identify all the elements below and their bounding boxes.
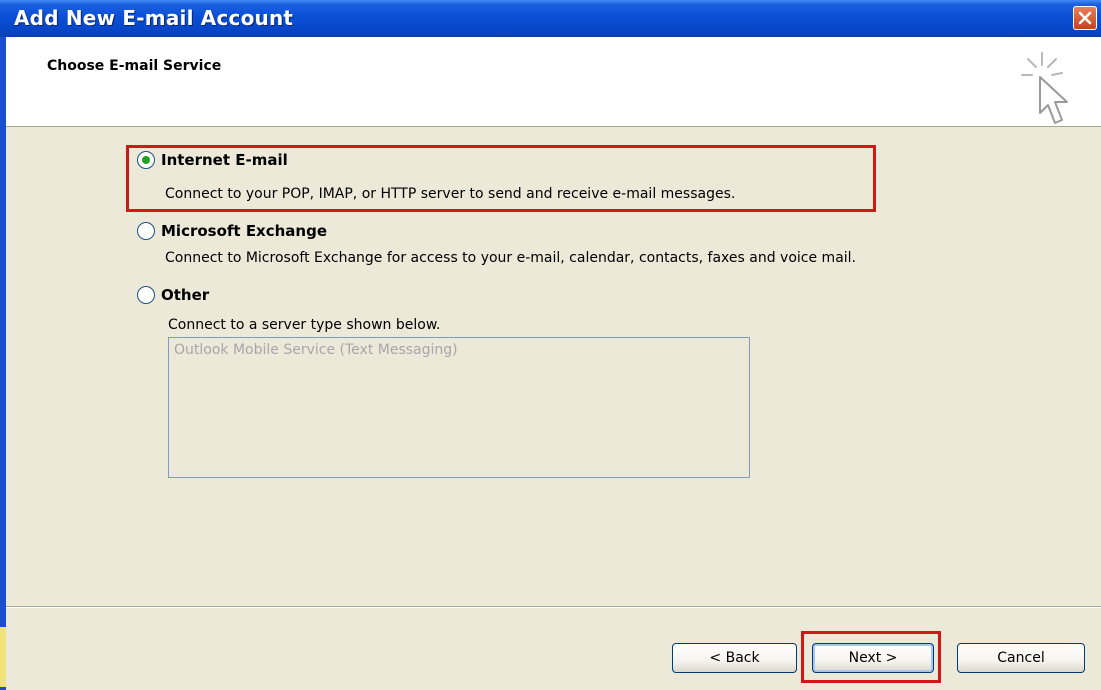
option-other[interactable]: Other <box>137 286 209 304</box>
close-icon[interactable] <box>1073 6 1097 30</box>
server-type-listbox[interactable]: Outlook Mobile Service (Text Messaging) <box>168 337 750 478</box>
microsoft-exchange-label[interactable]: Microsoft Exchange <box>161 222 327 240</box>
microsoft-exchange-description: Connect to Microsoft Exchange for access… <box>165 250 856 266</box>
wizard-cursor-icon <box>1016 51 1080 133</box>
window-title: Add New E-mail Account <box>14 6 294 30</box>
option-microsoft-exchange[interactable]: Microsoft Exchange <box>137 222 327 240</box>
add-email-account-dialog: Add New E-mail Account Choose E-mail Ser… <box>0 0 1101 690</box>
title-bar: Add New E-mail Account <box>0 0 1101 37</box>
footer-separator <box>6 606 1101 608</box>
microsoft-exchange-radio[interactable] <box>137 222 155 240</box>
other-description: Connect to a server type shown below. <box>168 317 441 333</box>
cancel-button[interactable]: Cancel <box>957 643 1085 673</box>
other-label[interactable]: Other <box>161 286 209 304</box>
wizard-body: Internet E-mail Connect to your POP, IMA… <box>6 128 1101 606</box>
wizard-header: Choose E-mail Service <box>6 37 1101 127</box>
other-radio[interactable] <box>137 286 155 304</box>
internet-email-highlight <box>126 145 876 212</box>
wizard-footer: < Back Next > Cancel <box>6 606 1101 690</box>
next-button-highlight <box>801 631 941 683</box>
back-button[interactable]: < Back <box>672 643 797 673</box>
page-title: Choose E-mail Service <box>47 58 222 74</box>
server-type-item[interactable]: Outlook Mobile Service (Text Messaging) <box>174 342 458 358</box>
